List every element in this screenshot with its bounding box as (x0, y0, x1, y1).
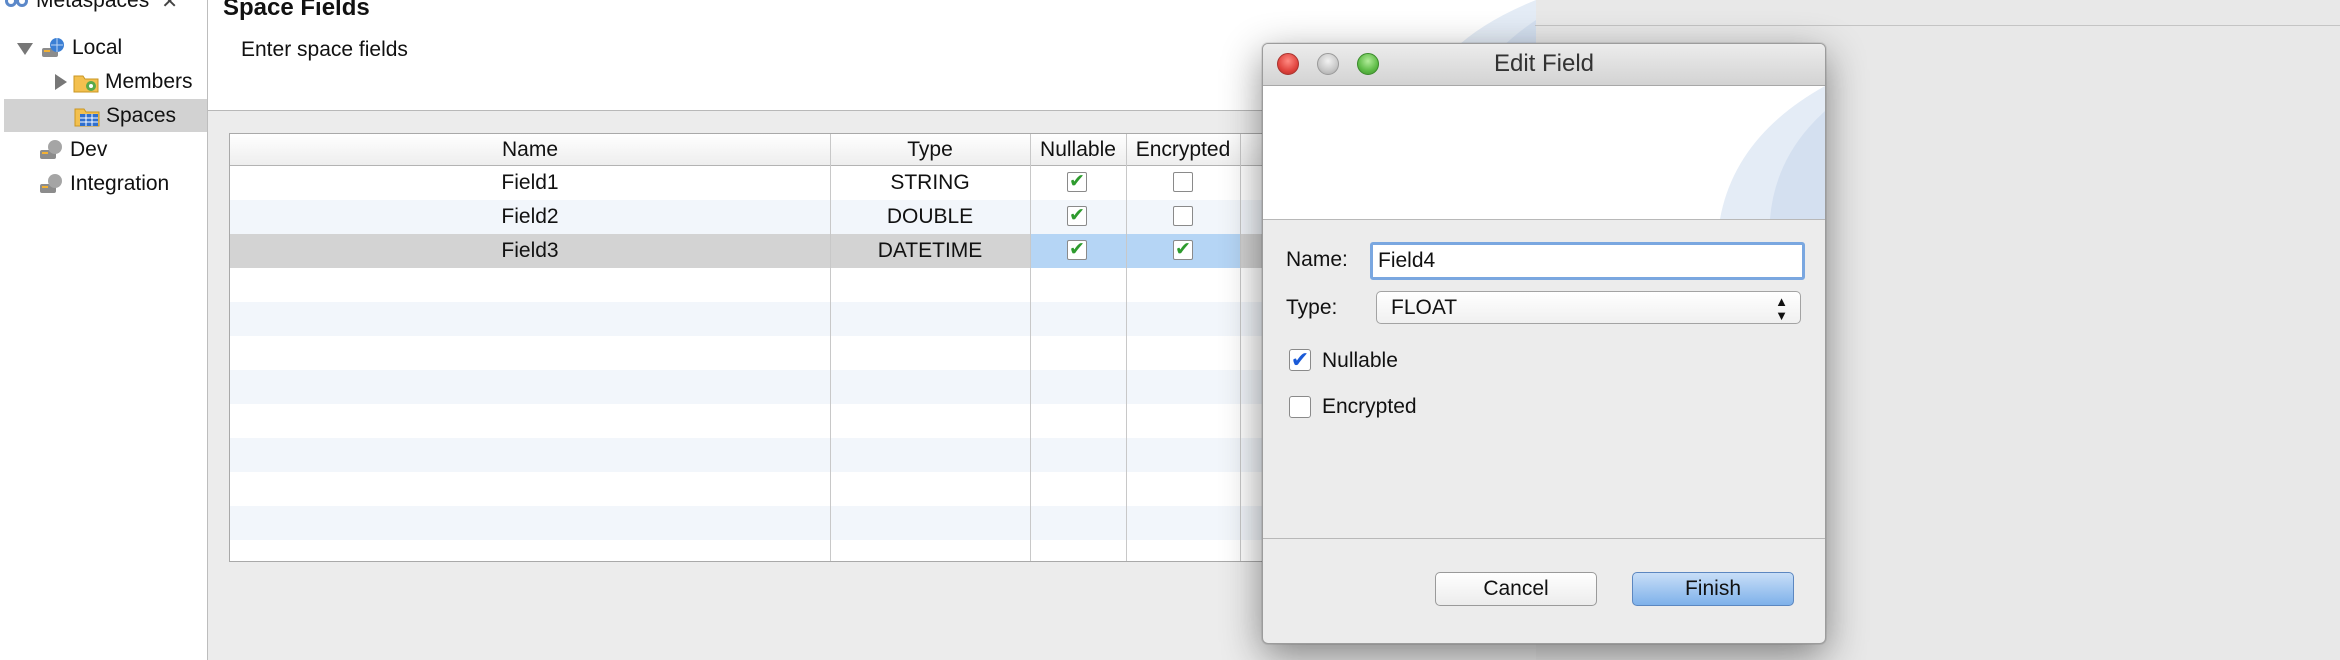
encrypted-label: Encrypted (1322, 395, 1417, 418)
project-tree: Metaspaces ✕ Local Members Spaces Dev In… (0, 0, 207, 660)
tree-item-dev[interactable]: Dev (38, 133, 107, 166)
dialog-titlebar[interactable]: Edit Field (1263, 44, 1825, 86)
banner-decoration (1720, 86, 1825, 219)
dialog-banner (1263, 86, 1825, 220)
table-row-empty (230, 438, 1350, 472)
column-header-name[interactable]: Name (230, 134, 830, 165)
table-row[interactable]: Field2 DOUBLE ✔ (230, 200, 1350, 234)
folder-members-icon (73, 70, 99, 94)
tree-item-label: Integration (70, 171, 170, 195)
cell-type: STRING (890, 171, 970, 194)
edit-field-dialog: Edit Field Name: Type: FLOAT ▲▼ ✔ Nullab… (1262, 43, 1826, 644)
tree-item-label: Members (105, 69, 193, 93)
encrypted-checkbox[interactable] (1173, 172, 1193, 192)
table-header: Name Type Nullable Encrypted (230, 134, 1350, 166)
updown-arrows-icon: ▲ ▼ (1775, 294, 1788, 323)
column-header-nullable[interactable]: Nullable (1030, 134, 1126, 165)
column-header-encrypted[interactable]: Encrypted (1126, 134, 1240, 165)
tree-item-label: Local (72, 35, 123, 59)
divider (1535, 25, 2340, 26)
nullable-checkbox[interactable]: ✔ (1067, 240, 1087, 260)
tree-item-local[interactable]: Local (16, 31, 122, 64)
dialog-title: Edit Field (1493, 50, 1595, 77)
page-description: Enter space fields (241, 38, 408, 61)
tree-item-label: Spaces (106, 103, 177, 127)
column-separator (1126, 134, 1127, 561)
type-select-value: FLOAT (1391, 296, 1458, 319)
tree-item-label: Metaspaces (36, 0, 150, 12)
footer-divider (1263, 538, 1825, 539)
chevron-down-icon[interactable] (16, 39, 34, 57)
nullable-checkbox[interactable]: ✔ (1067, 206, 1087, 226)
chevron-right-icon[interactable] (51, 73, 69, 91)
table-row[interactable]: Field1 STRING ✔ (230, 166, 1350, 200)
type-select[interactable]: FLOAT ▲ ▼ (1376, 291, 1801, 324)
name-label: Name: (1286, 248, 1348, 271)
cell-name: Field3 (501, 239, 559, 262)
nullable-checkbox[interactable]: ✔ (1067, 172, 1087, 192)
nullable-label: Nullable (1322, 349, 1398, 372)
nullable-checkbox[interactable]: ✔ (1289, 349, 1311, 371)
cell-type: DATETIME (877, 239, 983, 262)
tree-item-integration[interactable]: Integration (38, 167, 169, 200)
tree-item-members[interactable]: Members (51, 65, 193, 98)
server-globe-icon (40, 36, 66, 60)
encrypted-checkbox[interactable] (1173, 206, 1193, 226)
finish-button[interactable]: Finish (1632, 572, 1794, 606)
table-row-empty (230, 506, 1350, 540)
server-icon (38, 138, 64, 162)
page-title: Space Fields (223, 0, 370, 21)
encrypted-checkbox[interactable] (1289, 396, 1311, 418)
tree-item-metaspaces[interactable]: Metaspaces ✕ (4, 0, 178, 16)
cancel-button[interactable]: Cancel (1435, 572, 1597, 606)
table-row-empty (230, 370, 1350, 404)
cell-type: DOUBLE (886, 205, 974, 228)
column-separator (1030, 134, 1031, 561)
selected-cell-highlight (1030, 234, 1240, 268)
name-field[interactable] (1370, 242, 1805, 280)
close-icon[interactable]: ✕ (161, 0, 178, 14)
column-separator (1240, 134, 1241, 561)
column-separator (830, 134, 831, 561)
tree-item-spaces[interactable]: Spaces (4, 99, 207, 132)
column-header-type[interactable]: Type (830, 134, 1030, 165)
tree-item-label: Dev (70, 137, 108, 161)
table-row-selected[interactable]: Field3 DATETIME ✔ ✔ (230, 234, 1350, 268)
type-label: Type: (1286, 296, 1338, 319)
server-icon (38, 172, 64, 196)
encrypted-checkbox[interactable]: ✔ (1173, 240, 1193, 260)
metaspaces-icon (4, 0, 30, 13)
folder-table-icon (74, 104, 100, 128)
fields-table[interactable]: Name Type Nullable Encrypted Field1 STRI… (229, 133, 1351, 562)
cell-name: Field2 (501, 205, 559, 228)
cell-name: Field1 (501, 171, 559, 194)
table-row-empty (230, 302, 1350, 336)
